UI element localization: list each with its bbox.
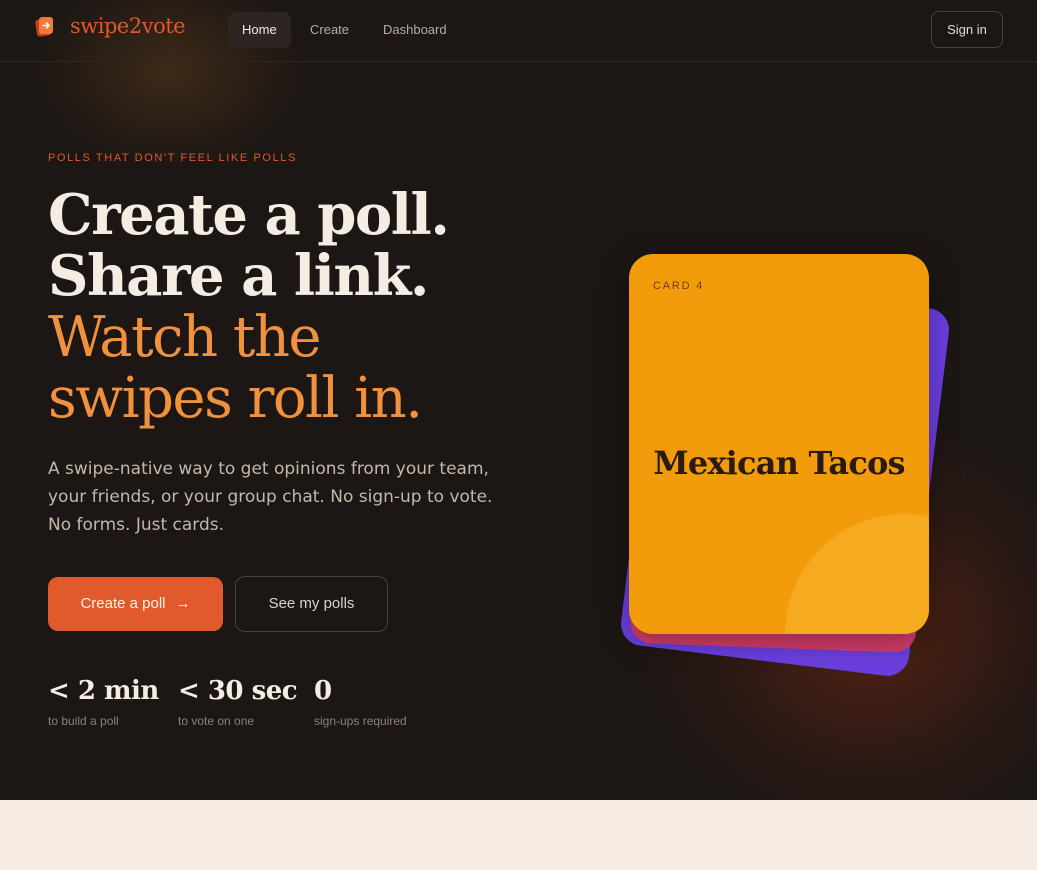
card-number-tag: CARD 4 [653,280,705,292]
stat-label: to build a poll [48,714,119,728]
brand-name[interactable]: swipe2vote [70,14,186,38]
swipe-card[interactable]: CARD 4 Mexican Tacos [629,254,929,634]
stat-value: 0 [314,676,332,706]
create-poll-button[interactable]: Create a poll → [48,577,223,631]
sign-in-button[interactable]: Sign in [931,11,1003,48]
nav-link-home[interactable]: Home [228,12,291,48]
headline-accent-line: swipes roll in. [48,366,423,431]
nav-link-dashboard[interactable]: Dashboard [369,12,461,48]
hero-section: swipe2vote Home Create Dashboard Sign in… [0,0,1037,800]
see-my-polls-button[interactable]: See my polls [235,576,388,632]
create-poll-label: Create a poll [80,595,166,612]
next-section [0,800,1037,870]
stat-build-time: < 2 min to build a poll [48,676,159,728]
stat-value: < 30 sec [178,676,298,706]
swipe-card-arrow-icon[interactable] [35,16,55,38]
stat-label: sign-ups required [314,714,407,728]
headline-line: Share a link. [48,243,429,309]
hero-headline: Create a poll. Share a link. Watch the s… [48,182,450,431]
stat-signups: 0 sign-ups required [314,676,407,728]
headline-accent-line: Watch the [48,305,322,370]
hero-eyebrow: POLLS THAT DON'T FEEL LIKE POLLS [48,152,297,164]
card-option-title: Mexican Tacos [653,444,905,482]
nav-link-create[interactable]: Create [296,12,363,48]
card-decoration [785,514,929,634]
arrow-right-icon: → [175,595,191,612]
top-navigation: swipe2vote Home Create Dashboard Sign in [0,0,1037,62]
stat-label: to vote on one [178,714,255,728]
hero-description: A swipe-native way to get opinions from … [48,459,493,535]
stat-vote-time: < 30 sec to vote on one [178,676,298,728]
stat-value: < 2 min [48,676,159,706]
headline-line: Create a poll. [48,182,450,248]
